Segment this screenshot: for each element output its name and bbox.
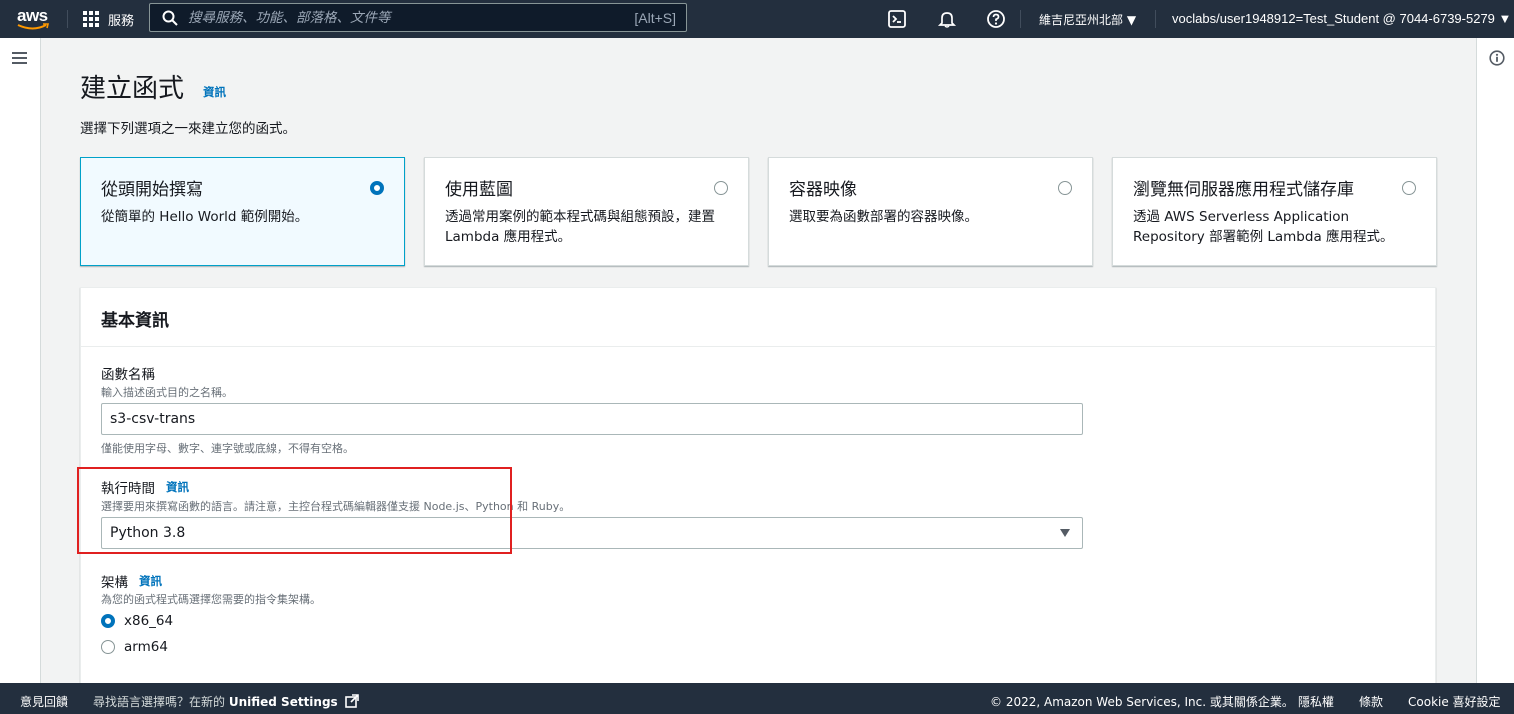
option-radio[interactable] xyxy=(1058,181,1072,195)
architecture-option-x86_64[interactable]: x86_64 xyxy=(101,613,173,629)
architecture-option-label: x86_64 xyxy=(124,613,174,629)
nav-divider xyxy=(1155,10,1156,28)
architecture-info-link[interactable]: 資訊 xyxy=(139,573,162,589)
architecture-option-arm64[interactable]: arm64 xyxy=(101,639,168,655)
cookie-preferences-link[interactable]: Cookie 喜好設定 xyxy=(1408,693,1501,710)
help-panel-rail xyxy=(1476,38,1514,683)
function-name-input[interactable] xyxy=(101,403,1083,435)
unified-settings-link[interactable]: Unified Settings xyxy=(229,695,338,709)
function-name-constraint: 僅能使用字母、數字、連字號或底線，不得有空格。 xyxy=(101,442,354,455)
cloudshell-icon[interactable] xyxy=(887,9,907,29)
function-name-label: 函數名稱 xyxy=(101,367,155,383)
option-container-image[interactable]: 容器映像 選取要為函數部署的容器映像。 xyxy=(768,157,1093,266)
terms-link[interactable]: 條款 xyxy=(1359,693,1383,710)
top-navigation-bar: aws 服務 [Alt+S] 維吉尼亞州北部 ▼ voclabs/use xyxy=(0,0,1514,38)
apps-grid-icon xyxy=(83,10,100,28)
aws-smile-icon xyxy=(17,23,49,30)
nav-divider xyxy=(1020,10,1021,28)
runtime-selected-value: Python 3.8 xyxy=(110,525,186,541)
copyright-text: © 2022, Amazon Web Services, Inc. 或其關係企業… xyxy=(990,695,1294,709)
option-use-blueprint[interactable]: 使用藍圖 透過常用案例的範本程式碼與組態預設，建置 Lambda 應用程式。 xyxy=(424,157,749,266)
search-shortcut-hint: [Alt+S] xyxy=(634,9,676,26)
feedback-link[interactable]: 意見回饋 xyxy=(20,693,68,710)
architecture-radio[interactable] xyxy=(101,640,115,654)
option-serverless-app-repository[interactable]: 瀏覽無伺服器應用程式儲存庫 透過 AWS Serverless Applicat… xyxy=(1112,157,1437,266)
option-radio[interactable] xyxy=(714,181,728,195)
page-title-info-link[interactable]: 資訊 xyxy=(203,84,226,100)
panel-title: 基本資訊 xyxy=(101,311,169,331)
runtime-label: 執行時間 xyxy=(101,481,155,497)
side-navigation-rail xyxy=(0,38,41,683)
basic-info-panel: 基本資訊 函數名稱 輸入描述函式目的之名稱。 僅能使用字母、數字、連字號或底線，… xyxy=(80,287,1436,697)
architecture-label: 架構 xyxy=(101,575,128,591)
option-description: 從簡單的 Hello World 範例開始。 xyxy=(101,209,309,225)
help-icon[interactable] xyxy=(986,9,1006,29)
external-link-icon xyxy=(344,694,359,708)
runtime-description: 選擇要用來撰寫函數的語言。請注意，主控台程式碼編輯器僅支援 Node.js、Py… xyxy=(101,500,571,513)
architecture-description: 為您的函式程式碼選擇您需要的指令集架構。 xyxy=(101,593,321,606)
option-title: 從頭開始撰寫 xyxy=(101,180,203,200)
architecture-radio[interactable] xyxy=(101,614,115,628)
option-radio[interactable] xyxy=(1402,181,1416,195)
language-prefix-text: 尋找語言選擇嗎？在新的 xyxy=(93,695,226,709)
footer-bar: 意見回饋 尋找語言選擇嗎？在新的 Unified Settings © 2022… xyxy=(0,683,1514,714)
option-radio[interactable] xyxy=(370,181,384,195)
option-description: 選取要為函數部署的容器映像。 xyxy=(789,209,978,225)
global-search-bar[interactable]: [Alt+S] xyxy=(149,3,687,32)
runtime-info-link[interactable]: 資訊 xyxy=(166,479,189,495)
language-settings-notice: 尋找語言選擇嗎？在新的 Unified Settings xyxy=(93,693,359,710)
page-description: 選擇下列選項之一來建立您的函式。 xyxy=(80,121,296,137)
services-menu-button[interactable]: 服務 xyxy=(83,9,134,29)
option-title: 使用藍圖 xyxy=(445,180,513,200)
nav-divider xyxy=(67,10,68,28)
runtime-select[interactable]: Python 3.8 xyxy=(101,517,1083,549)
option-description: 透過 AWS Serverless Application Repository… xyxy=(1133,209,1394,245)
services-label: 服務 xyxy=(108,12,135,28)
aws-logo[interactable]: aws xyxy=(17,5,51,33)
account-menu[interactable]: voclabs/user1948912=Test_Student @ 7044-… xyxy=(1172,11,1511,26)
option-author-from-scratch[interactable]: 從頭開始撰寫 從簡單的 Hello World 範例開始。 xyxy=(80,157,405,266)
option-description: 透過常用案例的範本程式碼與組態預設，建置 Lambda 應用程式。 xyxy=(445,209,715,245)
hamburger-menu-icon[interactable] xyxy=(12,52,27,64)
caret-down-icon xyxy=(1060,529,1070,537)
option-title: 容器映像 xyxy=(789,180,857,200)
search-icon xyxy=(162,10,178,26)
region-selector[interactable]: 維吉尼亞州北部 ▼ xyxy=(1039,11,1136,28)
option-title: 瀏覽無伺服器應用程式儲存庫 xyxy=(1133,180,1354,200)
info-circle-icon[interactable] xyxy=(1489,50,1505,66)
page-title: 建立函式 xyxy=(80,74,185,104)
search-input[interactable] xyxy=(188,9,635,26)
architecture-option-label: arm64 xyxy=(124,639,168,655)
panel-header: 基本資訊 xyxy=(81,288,1435,347)
notifications-bell-icon[interactable] xyxy=(937,9,957,29)
privacy-link[interactable]: 隱私權 xyxy=(1298,693,1334,710)
function-name-description: 輸入描述函式目的之名稱。 xyxy=(101,386,233,399)
